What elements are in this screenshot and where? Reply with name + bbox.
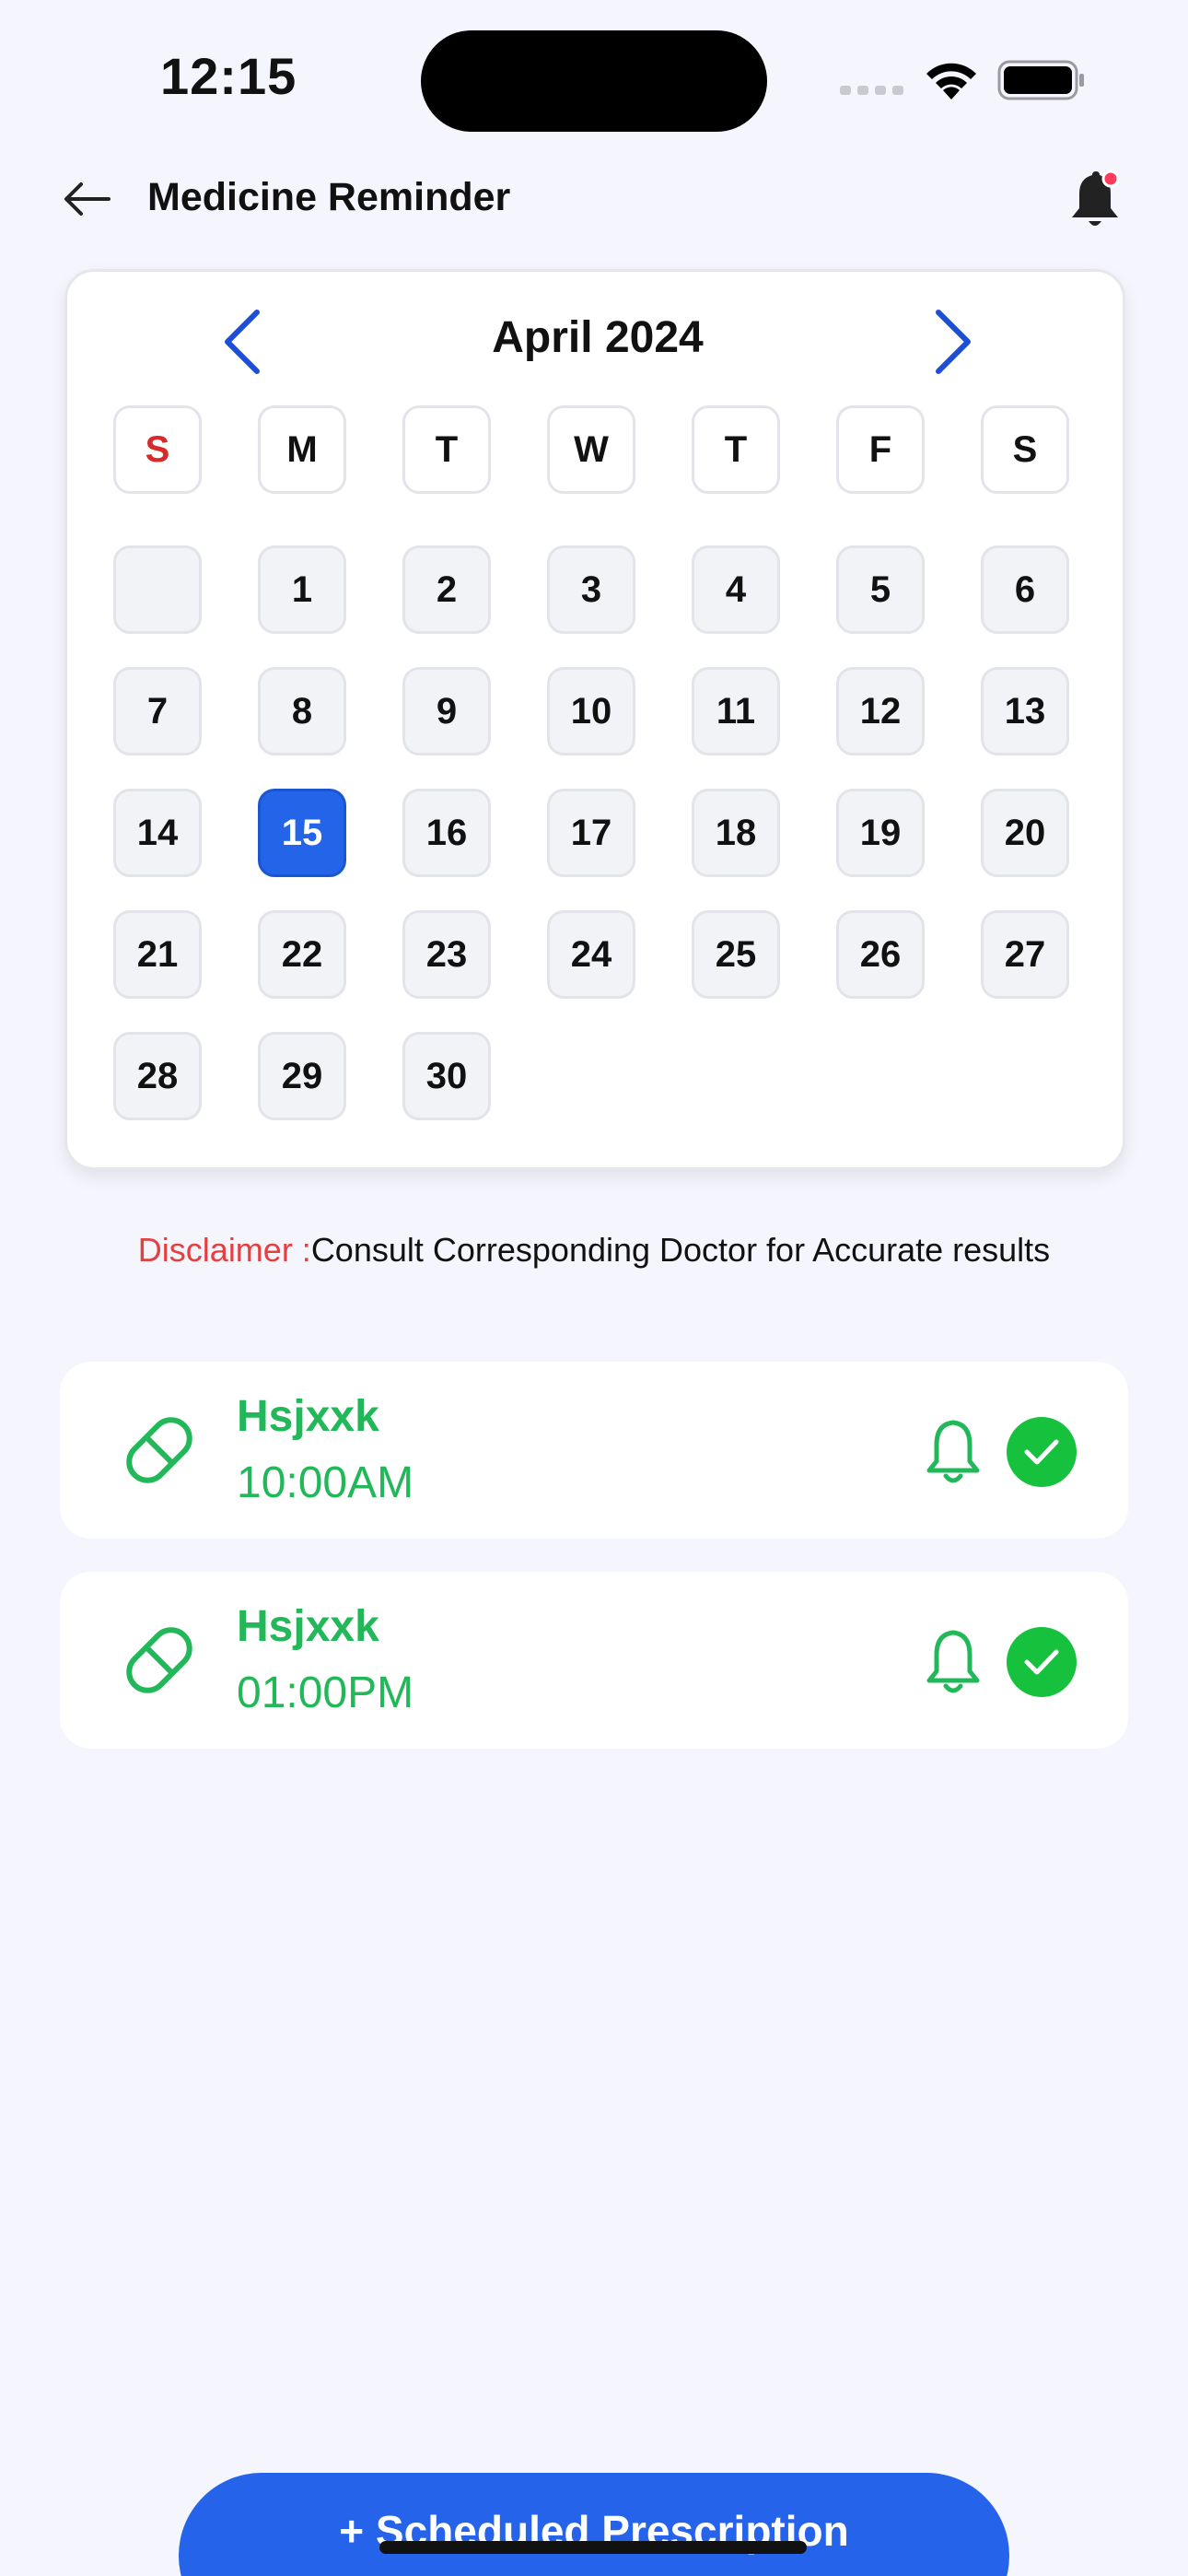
calendar-day[interactable]: 19 xyxy=(836,789,925,877)
calendar-day[interactable]: 6 xyxy=(981,545,1069,634)
bell-outline-icon[interactable] xyxy=(916,1415,990,1489)
medicine-name: Hsjxxk xyxy=(237,1602,379,1651)
calendar-day[interactable]: 16 xyxy=(402,789,491,877)
calendar-day[interactable]: 11 xyxy=(692,667,780,755)
check-icon xyxy=(1024,1649,1059,1675)
calendar-day[interactable]: 10 xyxy=(547,667,635,755)
wifi-icon xyxy=(926,63,976,100)
weekday-thu: T xyxy=(692,405,780,494)
pill-icon xyxy=(126,1627,192,1693)
calendar-day[interactable]: 4 xyxy=(692,545,780,634)
calendar-day[interactable]: 27 xyxy=(981,910,1069,999)
calendar-day[interactable]: 22 xyxy=(258,910,346,999)
calendar-day[interactable]: 12 xyxy=(836,667,925,755)
calendar-day[interactable]: 20 xyxy=(981,789,1069,877)
weekday-tue: T xyxy=(402,405,491,494)
calendar-day[interactable]: 1 xyxy=(258,545,346,634)
calendar-day[interactable]: 14 xyxy=(113,789,202,877)
next-month-button[interactable] xyxy=(916,305,990,379)
pill-icon xyxy=(126,1417,192,1483)
battery-icon xyxy=(997,60,1084,100)
medicine-time: 10:00AM xyxy=(237,1458,414,1507)
medicine-time: 01:00PM xyxy=(237,1669,414,1717)
check-icon xyxy=(1024,1439,1059,1465)
reminder-card[interactable]: Hsjxxk 01:00PM xyxy=(60,1572,1128,1749)
calendar-day-selected[interactable]: 15 xyxy=(258,789,346,877)
calendar-day[interactable]: 7 xyxy=(113,667,202,755)
home-indicator xyxy=(379,2541,807,2554)
calendar-day[interactable]: 29 xyxy=(258,1032,346,1120)
disclaimer: Disclaimer :Consult Corresponding Doctor… xyxy=(0,1231,1188,1270)
weekday-fri: F xyxy=(836,405,925,494)
disclaimer-label: Disclaimer : xyxy=(137,1231,311,1269)
calendar-day[interactable]: 17 xyxy=(547,789,635,877)
calendar-day-empty xyxy=(113,545,202,634)
taken-check-button[interactable] xyxy=(1007,1417,1077,1487)
back-arrow-icon xyxy=(64,182,111,216)
calendar-day[interactable]: 8 xyxy=(258,667,346,755)
calendar-day[interactable]: 3 xyxy=(547,545,635,634)
weekday-mon: M xyxy=(258,405,346,494)
status-bar: 12:15 xyxy=(0,0,1188,157)
weekday-sat: S xyxy=(981,405,1069,494)
notifications-button[interactable] xyxy=(1066,170,1124,230)
dynamic-island xyxy=(421,30,767,132)
medicine-name: Hsjxxk xyxy=(237,1392,379,1441)
chevron-right-icon xyxy=(936,310,971,374)
bell-icon xyxy=(1072,170,1120,226)
back-button[interactable] xyxy=(59,171,114,227)
scheduled-prescription-button[interactable]: + Scheduled Prescription xyxy=(179,2473,1009,2576)
signal-icon xyxy=(840,86,903,95)
reminder-card[interactable]: Hsjxxk 10:00AM xyxy=(60,1362,1128,1539)
disclaimer-text: Consult Corresponding Doctor for Accurat… xyxy=(310,1231,1051,1269)
app-header: Medicine Reminder xyxy=(0,157,1188,240)
calendar-day[interactable]: 18 xyxy=(692,789,780,877)
page-title: Medicine Reminder xyxy=(147,175,511,219)
calendar-card: April 2024 S M T W T F S 1 2 3 4 5 6 7 8… xyxy=(64,269,1125,1170)
calendar-day[interactable]: 21 xyxy=(113,910,202,999)
calendar-day[interactable]: 2 xyxy=(402,545,491,634)
calendar-day[interactable]: 5 xyxy=(836,545,925,634)
calendar-day[interactable]: 24 xyxy=(547,910,635,999)
calendar-day[interactable]: 23 xyxy=(402,910,491,999)
calendar-day[interactable]: 28 xyxy=(113,1032,202,1120)
calendar-day[interactable]: 25 xyxy=(692,910,780,999)
calendar-day[interactable]: 26 xyxy=(836,910,925,999)
weekday-wed: W xyxy=(547,405,635,494)
taken-check-button[interactable] xyxy=(1007,1627,1077,1697)
calendar-day[interactable]: 30 xyxy=(402,1032,491,1120)
bell-outline-icon[interactable] xyxy=(916,1625,990,1699)
calendar-day[interactable]: 9 xyxy=(402,667,491,755)
weekday-sun: S xyxy=(113,405,202,494)
calendar-day[interactable]: 13 xyxy=(981,667,1069,755)
status-time: 12:15 xyxy=(160,47,297,105)
